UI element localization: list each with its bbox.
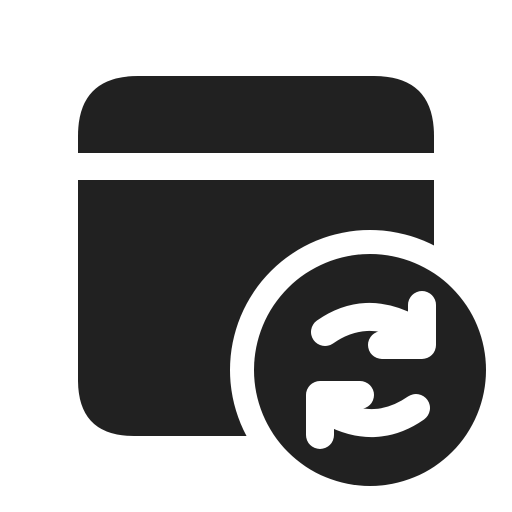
- window-sync-svg: [78, 76, 486, 486]
- window-title-bar: [78, 76, 434, 153]
- sync-badge: [254, 254, 486, 486]
- window-sync-icon: [0, 0, 512, 512]
